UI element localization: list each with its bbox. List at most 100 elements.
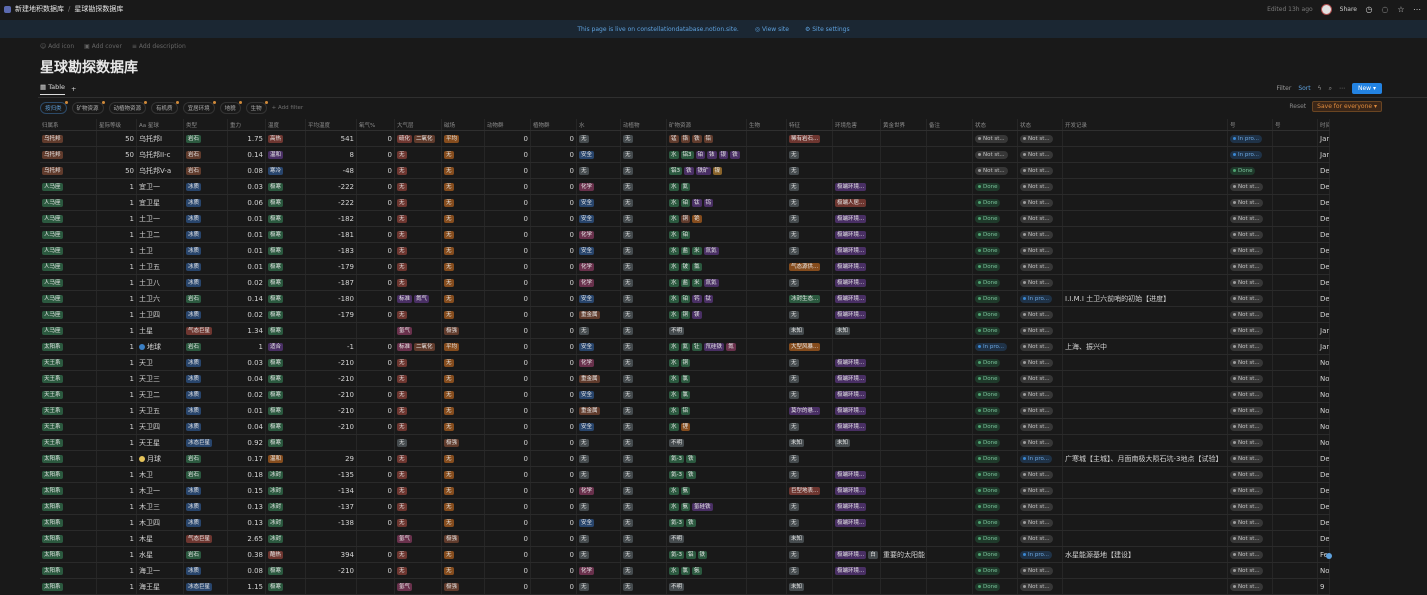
table-cell[interactable]: 水铜铯 (667, 211, 747, 226)
table-cell[interactable] (1063, 131, 1228, 146)
table-cell[interactable]: 0 (485, 515, 531, 530)
table-row[interactable]: 太阳系 1 海卫一 冰质 0.08 极寒 -210 0 无无 0 0 化学无水氯氨无极端环境... Do… (40, 563, 1330, 579)
table-cell[interactable]: Not st... (1018, 579, 1063, 594)
table-cell[interactable]: Not st... (1228, 467, 1273, 482)
table-cell[interactable]: 1 (97, 531, 137, 546)
table-cell[interactable]: 0 (485, 547, 531, 562)
table-cell[interactable]: 无 (787, 195, 833, 210)
table-cell[interactable]: Done (973, 227, 1018, 242)
table-cell[interactable] (1063, 579, 1228, 594)
table-cell[interactable]: Not st... (1228, 579, 1273, 594)
table-cell[interactable]: 无 (621, 275, 667, 290)
table-cell[interactable] (747, 435, 787, 450)
table-cell[interactable] (747, 243, 787, 258)
table-cell[interactable]: 冰质 (184, 419, 228, 434)
table-cell[interactable] (1273, 211, 1318, 226)
table-cell[interactable]: 未知 (833, 323, 881, 338)
table-cell[interactable]: 0 (485, 467, 531, 482)
table-cell[interactable]: 无 (442, 147, 485, 162)
table-cell[interactable]: 无 (787, 307, 833, 322)
table-cell[interactable] (747, 547, 787, 562)
table-cell[interactable]: 土星 (137, 323, 184, 338)
table-cell[interactable] (927, 307, 973, 322)
table-cell[interactable] (1273, 547, 1318, 562)
table-cell[interactable]: 0 (485, 531, 531, 546)
table-cell[interactable]: 极寒 (266, 275, 306, 290)
table-cell[interactable] (357, 579, 395, 594)
table-cell[interactable]: 0.01 (228, 259, 266, 274)
table-cell[interactable] (1063, 243, 1228, 258)
table-cell[interactable]: 无 (395, 547, 442, 562)
table-cell[interactable]: 无 (621, 403, 667, 418)
table-cell[interactable]: Not st... (1018, 259, 1063, 274)
table-cell[interactable]: 极强 (442, 323, 485, 338)
table-row[interactable]: 太阳系 1 水星 岩石 0.38 酷热 394 0 无无 0 0 无无氦-3 铝铁无极端环境... 白重要… (40, 547, 1330, 563)
table-cell[interactable]: Done (1228, 163, 1273, 178)
table-cell[interactable]: 0.08 (228, 163, 266, 178)
table-cell[interactable]: 乌托邦II-c (137, 147, 184, 162)
filter-chip[interactable]: 生物 (245, 101, 268, 114)
table-cell[interactable]: 化学 (577, 227, 621, 242)
table-cell[interactable]: 冰封 (266, 483, 306, 498)
table-cell[interactable] (1273, 275, 1318, 290)
table-cell[interactable]: No (1318, 435, 1330, 450)
table-cell[interactable]: 极端环境... 白 (833, 547, 881, 562)
table-cell[interactable]: 0 (531, 435, 577, 450)
column-header[interactable]: 植物群 (531, 119, 577, 130)
table-cell[interactable] (1273, 131, 1318, 146)
table-cell[interactable]: 无 (621, 323, 667, 338)
table-cell[interactable]: 冰质 (184, 483, 228, 498)
table-cell[interactable]: 0 (531, 307, 577, 322)
column-header[interactable]: 归属系 (40, 119, 97, 130)
table-cell[interactable]: 无 (577, 579, 621, 594)
table-row[interactable]: 乌托邦 50 乌托邦I 岩石 1.75 高热 541 0 硫化 二氧化 平均 0 0 无无锰铬铁铅稀有岩石… (40, 131, 1330, 147)
table-cell[interactable]: 安全 (577, 387, 621, 402)
table-cell[interactable]: 0.01 (228, 243, 266, 258)
table-cell[interactable]: 无 (442, 371, 485, 386)
table-cell[interactable]: 冰质 (184, 355, 228, 370)
table-cell[interactable]: Jan (1318, 323, 1330, 338)
table-cell[interactable] (927, 259, 973, 274)
table-cell[interactable]: 岩石 (184, 291, 228, 306)
table-cell[interactable] (1063, 195, 1228, 210)
table-cell[interactable] (927, 227, 973, 242)
column-header[interactable]: 生物 (747, 119, 787, 130)
table-cell[interactable]: 水铜 (667, 355, 747, 370)
table-cell[interactable]: Not st... (973, 131, 1018, 146)
table-cell[interactable]: 1 (97, 339, 137, 354)
table-cell[interactable]: 氢气 (395, 531, 442, 546)
table-cell[interactable] (881, 531, 927, 546)
table-cell[interactable]: -179 (306, 259, 357, 274)
table-cell[interactable]: 0 (485, 435, 531, 450)
table-cell[interactable] (1273, 403, 1318, 418)
add-view-button[interactable]: + (71, 85, 76, 93)
table-cell[interactable] (1273, 515, 1318, 530)
table-cell[interactable]: 天王系 (40, 403, 97, 418)
table-cell[interactable]: 0 (485, 243, 531, 258)
table-cell[interactable]: 温和 (266, 147, 306, 162)
table-cell[interactable]: 木星 (137, 531, 184, 546)
table-cell[interactable]: Done (973, 275, 1018, 290)
table-cell[interactable] (747, 579, 787, 594)
filter-button[interactable]: Filter (1276, 85, 1291, 92)
table-cell[interactable] (747, 515, 787, 530)
table-cell[interactable] (747, 355, 787, 370)
table-cell[interactable]: 极寒 (266, 259, 306, 274)
table-cell[interactable]: 0.02 (228, 387, 266, 402)
table-cell[interactable] (833, 163, 881, 178)
table-cell[interactable]: Dec (1318, 483, 1330, 498)
table-cell[interactable]: 无 (621, 291, 667, 306)
save-for-everyone-button[interactable]: Save for everyone ▾ (1312, 101, 1382, 112)
column-header[interactable]: 磁场 (442, 119, 485, 130)
table-cell[interactable]: 冰质 (184, 403, 228, 418)
table-cell[interactable]: 安全 (577, 211, 621, 226)
column-header[interactable]: 氧气% (357, 119, 395, 130)
table-cell[interactable] (1063, 483, 1228, 498)
table-cell[interactable] (747, 531, 787, 546)
table-cell[interactable]: In pro... (1018, 547, 1063, 562)
table-cell[interactable]: 冰质 (184, 243, 228, 258)
table-cell[interactable] (881, 499, 927, 514)
table-cell[interactable]: 0 (531, 419, 577, 434)
table-cell[interactable] (747, 195, 787, 210)
table-cell[interactable]: 1 (97, 243, 137, 258)
